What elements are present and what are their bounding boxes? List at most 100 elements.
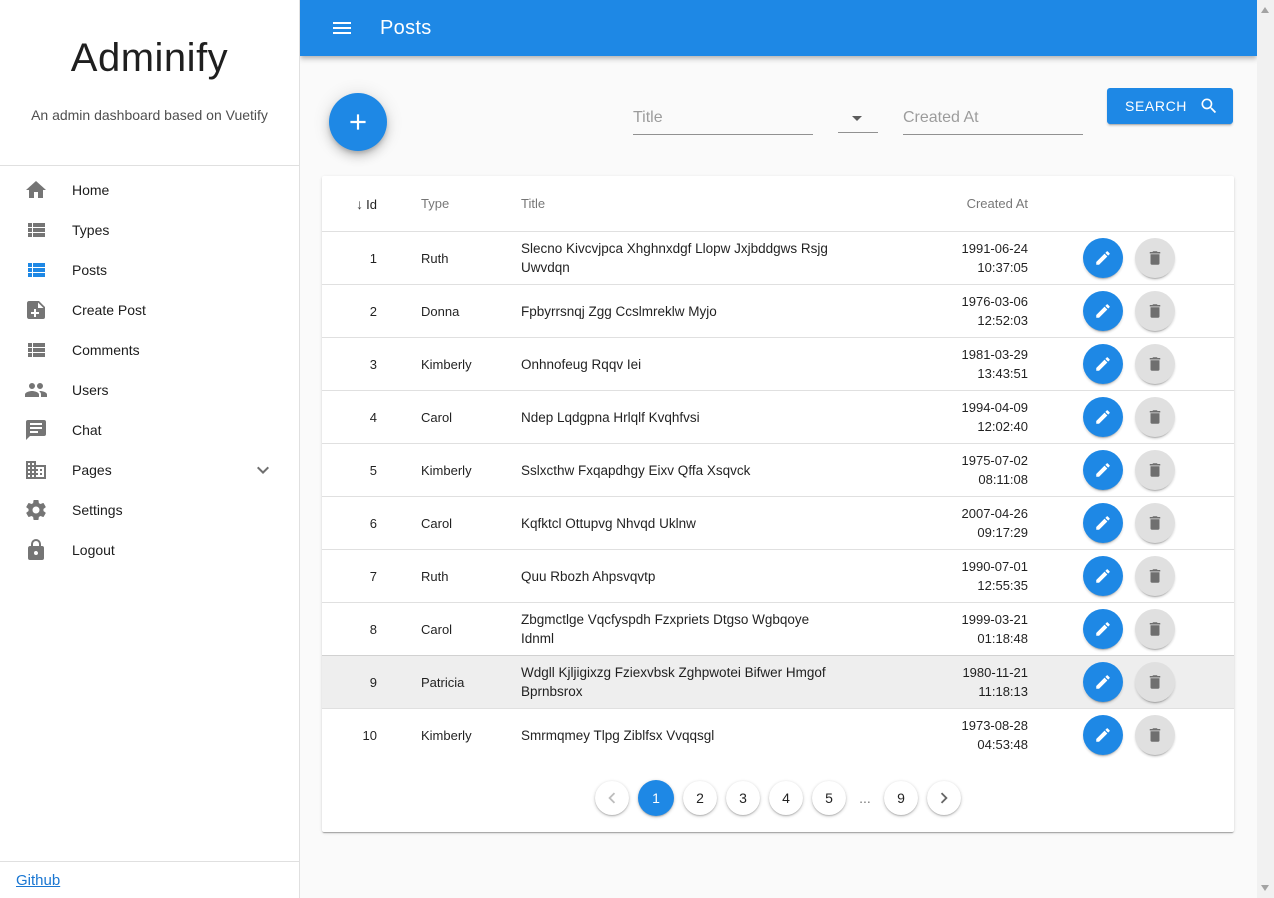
- header-created-at[interactable]: Created At: [851, 176, 1028, 231]
- scroll-up-arrow-icon[interactable]: [1261, 7, 1269, 13]
- sidebar-item-label: Types: [72, 222, 109, 238]
- header-type[interactable]: Type: [377, 176, 521, 231]
- edit-button[interactable]: [1083, 238, 1123, 278]
- sidebar-item-label: Posts: [72, 262, 107, 278]
- delete-button[interactable]: [1135, 609, 1175, 649]
- cell-type: Kimberly: [377, 443, 521, 496]
- cell-title: Onhnofeug Rqqv Iei: [521, 337, 851, 390]
- cell-type: Ruth: [377, 549, 521, 602]
- appbar: Posts: [300, 0, 1257, 56]
- cell-type: Ruth: [377, 231, 521, 284]
- table-row: 8CarolZbgmctlge Vqcfyspdh Fzxpriets Dtgs…: [322, 602, 1234, 655]
- cell-id: 7: [322, 549, 377, 602]
- cell-created-at: 1980-11-2111:18:13: [851, 655, 1028, 708]
- cell-id: 10: [322, 708, 377, 761]
- sidebar-item-label: Comments: [72, 342, 140, 358]
- trash-icon: [1146, 620, 1164, 638]
- pagination-page-4[interactable]: 4: [769, 781, 803, 815]
- edit-button[interactable]: [1083, 397, 1123, 437]
- edit-button[interactable]: [1083, 662, 1123, 702]
- edit-button[interactable]: [1083, 556, 1123, 596]
- menu-icon: [330, 16, 354, 40]
- pagination-page-1[interactable]: 1: [638, 780, 674, 816]
- pagination-page-5[interactable]: 5: [812, 781, 846, 815]
- cell-title: Kqfktcl Ottupvg Nhvqd Uklnw: [521, 496, 851, 549]
- delete-button[interactable]: [1135, 291, 1175, 331]
- sidebar-item-label: Settings: [72, 502, 123, 518]
- scroll-down-arrow-icon[interactable]: [1261, 885, 1269, 891]
- cell-type: Patricia: [377, 655, 521, 708]
- title-filter-input[interactable]: [633, 105, 813, 135]
- edit-button[interactable]: [1083, 609, 1123, 649]
- pagination-next-button[interactable]: [927, 781, 961, 815]
- sidebar-item-create-post[interactable]: Create Post: [0, 290, 299, 330]
- trash-icon: [1146, 567, 1164, 585]
- pencil-icon: [1094, 408, 1112, 426]
- title-filter-field: [633, 105, 813, 135]
- cell-actions: [1028, 284, 1234, 337]
- delete-button[interactable]: [1135, 556, 1175, 596]
- trash-icon: [1146, 461, 1164, 479]
- sidebar-item-pages[interactable]: Pages: [0, 450, 299, 490]
- cell-title: Quu Rbozh Ahpsvqvtp: [521, 549, 851, 602]
- delete-button[interactable]: [1135, 238, 1175, 278]
- delete-button[interactable]: [1135, 344, 1175, 384]
- table-header-row: ↓Id Type Title Created At: [322, 176, 1234, 231]
- sidebar-item-home[interactable]: Home: [0, 170, 299, 210]
- search-button[interactable]: SEARCH: [1107, 88, 1233, 124]
- pagination-page-9[interactable]: 9: [884, 781, 918, 815]
- cell-actions: [1028, 231, 1234, 284]
- plus-icon: [345, 109, 371, 135]
- cell-type: Kimberly: [377, 337, 521, 390]
- scrollbar[interactable]: [1257, 0, 1274, 898]
- app-title: Adminify: [0, 0, 299, 81]
- sidebar-item-comments[interactable]: Comments: [0, 330, 299, 370]
- sidebar-item-chat[interactable]: Chat: [0, 410, 299, 450]
- cell-actions: [1028, 443, 1234, 496]
- edit-button[interactable]: [1083, 503, 1123, 543]
- header-actions: [1028, 176, 1234, 231]
- cell-id: 9: [322, 655, 377, 708]
- sidebar-item-types[interactable]: Types: [0, 210, 299, 250]
- cell-id: 8: [322, 602, 377, 655]
- cell-id: 5: [322, 443, 377, 496]
- created-at-filter-input[interactable]: [903, 105, 1083, 135]
- edit-button[interactable]: [1083, 450, 1123, 490]
- delete-button[interactable]: [1135, 715, 1175, 755]
- sidebar-item-label: Users: [72, 382, 109, 398]
- table-row: 10KimberlySmrmqmey Tlpg Ziblfsx Vvqqsgl1…: [322, 708, 1234, 761]
- edit-button[interactable]: [1083, 715, 1123, 755]
- sidebar-item-settings[interactable]: Settings: [0, 490, 299, 530]
- menu-button[interactable]: [324, 10, 360, 46]
- cell-actions: [1028, 337, 1234, 390]
- pencil-icon: [1094, 461, 1112, 479]
- delete-button[interactable]: [1135, 397, 1175, 437]
- pencil-icon: [1094, 302, 1112, 320]
- sidebar-item-users[interactable]: Users: [0, 370, 299, 410]
- github-link[interactable]: Github: [16, 872, 60, 889]
- cell-title: Sslxcthw Fxqapdhgy Eixv Qffa Xsqvck: [521, 443, 851, 496]
- add-post-button[interactable]: [329, 93, 387, 151]
- cell-created-at: 1991-06-2410:37:05: [851, 231, 1028, 284]
- delete-button[interactable]: [1135, 503, 1175, 543]
- sidebar-item-logout[interactable]: Logout: [0, 530, 299, 570]
- edit-button[interactable]: [1083, 291, 1123, 331]
- pagination-page-3[interactable]: 3: [726, 781, 760, 815]
- pagination-page-2[interactable]: 2: [683, 781, 717, 815]
- menu-down-icon: [852, 116, 862, 121]
- header-id[interactable]: ↓Id: [322, 176, 377, 231]
- header-title[interactable]: Title: [521, 176, 851, 231]
- pagination-prev-button[interactable]: [595, 781, 629, 815]
- sidebar-item-posts[interactable]: Posts: [0, 250, 299, 290]
- delete-button[interactable]: [1135, 662, 1175, 702]
- building-icon: [24, 458, 48, 482]
- edit-button[interactable]: [1083, 344, 1123, 384]
- filter-operator-select[interactable]: [838, 105, 878, 133]
- delete-button[interactable]: [1135, 450, 1175, 490]
- cell-id: 6: [322, 496, 377, 549]
- cell-actions: [1028, 602, 1234, 655]
- cell-id: 3: [322, 337, 377, 390]
- trash-icon: [1146, 673, 1164, 691]
- trash-icon: [1146, 408, 1164, 426]
- lock-icon: [24, 538, 48, 562]
